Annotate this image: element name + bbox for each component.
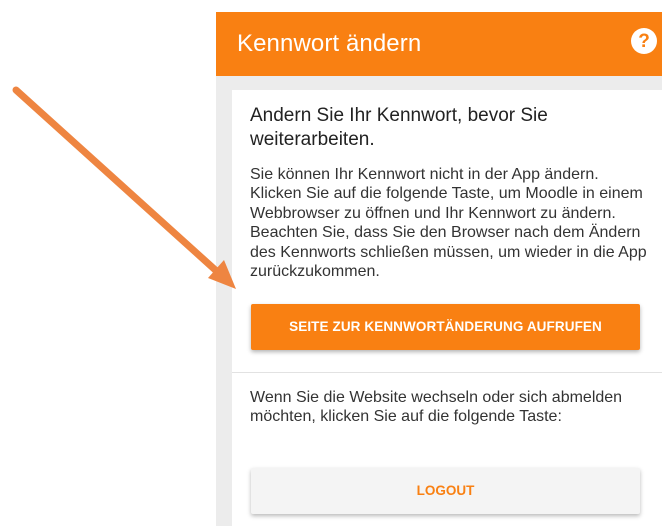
card-description: Sie können Ihr Kennwort nicht in der App… — [250, 166, 647, 281]
screenshot-stage: Kennwort ändern ? Andern Sie Ihr Kennwor… — [0, 0, 662, 526]
app-screen: Kennwort ändern ? Andern Sie Ihr Kennwor… — [216, 12, 662, 526]
page-title: Kennwort ändern — [237, 30, 422, 57]
divider — [232, 372, 662, 373]
logout-button[interactable]: LOGOUT — [251, 468, 640, 514]
logout-description: Wenn Sie die Website wechseln oder sich … — [250, 389, 623, 426]
card-heading: Andern Sie Ihr Kennwort, bevor Sie weite… — [250, 105, 548, 150]
app-header: Kennwort ändern ? — [216, 12, 662, 76]
change-password-card: Andern Sie Ihr Kennwort, bevor Sie weite… — [232, 90, 662, 526]
help-icon[interactable]: ? — [631, 28, 657, 54]
open-password-page-button[interactable]: SEITE ZUR KENNWORTÄNDERUNG AUFRUFEN — [251, 304, 640, 350]
